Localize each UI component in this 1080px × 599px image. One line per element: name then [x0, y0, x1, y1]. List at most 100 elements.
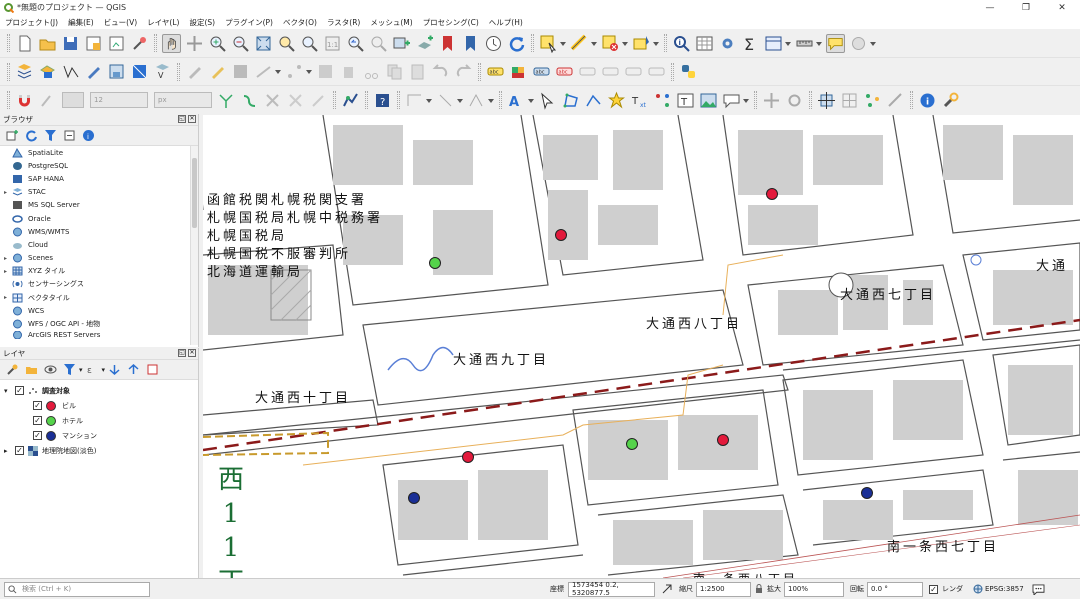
new-3d-map-icon[interactable]	[415, 34, 434, 53]
linked-marker-icon[interactable]	[653, 91, 672, 110]
menu-mesh[interactable]: メッシュ(M)	[370, 17, 412, 28]
coordinate-toggle-icon[interactable]	[661, 583, 673, 595]
map-canvas[interactable]: 函館税関札幌税関支署 札幌国税局札幌中税務署 札幌国税局 札幌国税不服審判所 北…	[203, 115, 1080, 578]
line-annotation-icon[interactable]	[584, 91, 603, 110]
legend-category-row[interactable]: ✓ ビル	[0, 398, 198, 413]
new-project-icon[interactable]	[15, 34, 34, 53]
filter-legend-icon[interactable]	[63, 363, 76, 376]
style-manager-icon[interactable]	[130, 34, 149, 53]
layer-visibility-checkbox[interactable]: ✓	[15, 446, 24, 455]
zoom-out-icon[interactable]	[231, 34, 250, 53]
menu-project[interactable]: プロジェクト(J)	[5, 17, 58, 28]
feature-point-hotel[interactable]	[626, 438, 638, 450]
add-line-icon[interactable]	[254, 62, 273, 81]
locator-search-input[interactable]: 検索 (Ctrl + K)	[4, 581, 150, 597]
toolbox-icon[interactable]	[718, 34, 737, 53]
paste-features-icon[interactable]	[408, 62, 427, 81]
reshape-icon[interactable]	[467, 91, 486, 110]
layout-manager-icon[interactable]	[107, 34, 126, 53]
vertex-tool-icon[interactable]	[285, 62, 304, 81]
browser-item[interactable]: Cloud	[0, 238, 198, 251]
open-table-icon[interactable]	[764, 34, 783, 53]
float-panel-icon[interactable]: ◱	[178, 115, 186, 123]
rotate-label-icon[interactable]	[624, 62, 643, 81]
snap-avoid-icon[interactable]	[263, 91, 282, 110]
menu-view[interactable]: ビュー(V)	[104, 17, 137, 28]
select-by-value-icon[interactable]	[570, 34, 589, 53]
minimize-button[interactable]: —	[972, 0, 1008, 15]
decorations-icon[interactable]	[849, 34, 868, 53]
label-layer-icon[interactable]: abc	[486, 62, 505, 81]
maximize-button[interactable]: ❐	[1008, 0, 1044, 15]
layer-visibility-checkbox[interactable]: ✓	[15, 386, 24, 395]
add-delimited-text-icon[interactable]: V	[153, 62, 172, 81]
snap-topological-icon[interactable]	[217, 91, 236, 110]
browser-item[interactable]: ArcGIS REST Servers	[0, 330, 198, 339]
python-console-icon[interactable]	[679, 62, 698, 81]
toggle-editing-icon[interactable]	[208, 62, 227, 81]
close-button[interactable]: ✕	[1044, 0, 1080, 15]
magnifier-spinner[interactable]: 100%	[784, 581, 844, 597]
measure-line-icon[interactable]	[795, 34, 814, 53]
refresh-browser-icon[interactable]	[25, 129, 38, 142]
zoom-layer-icon[interactable]	[300, 34, 319, 53]
category-checkbox[interactable]: ✓	[33, 416, 42, 425]
collapse-all-layers-icon[interactable]	[127, 363, 140, 376]
browser-item[interactable]: PostgreSQL	[0, 159, 198, 172]
category-checkbox[interactable]: ✓	[33, 401, 42, 410]
browser-item[interactable]: センサーシングス	[0, 278, 198, 291]
move-feature-icon[interactable]	[762, 91, 781, 110]
manage-map-themes-icon[interactable]	[44, 363, 57, 376]
legend-category-row[interactable]: ✓ マンション	[0, 428, 198, 443]
browser-scrollbar[interactable]	[190, 146, 198, 345]
browser-item[interactable]: Oracle	[0, 212, 198, 225]
snap-unit-select[interactable]: px	[154, 92, 212, 108]
menu-layer[interactable]: レイヤ(L)	[147, 17, 179, 28]
menu-plugins[interactable]: プラグイン(P)	[225, 17, 273, 28]
layer-styling-icon[interactable]	[6, 363, 19, 376]
offset-curve-icon[interactable]	[436, 91, 455, 110]
feature-point-bill[interactable]	[462, 451, 474, 463]
snap-self-icon[interactable]	[286, 91, 305, 110]
crs-globe-icon[interactable]	[973, 584, 983, 594]
menu-help[interactable]: ヘルプ(H)	[489, 17, 523, 28]
close-panel-icon[interactable]: ✕	[188, 349, 196, 357]
help-contents-icon[interactable]: ?	[373, 91, 392, 110]
temporal-controller-icon[interactable]	[484, 34, 503, 53]
identify-features-icon[interactable]: i	[672, 34, 691, 53]
add-selected-layers-icon[interactable]	[6, 129, 19, 142]
menu-processing[interactable]: プロセシング(C)	[423, 17, 479, 28]
polygon-annotation-icon[interactable]	[561, 91, 580, 110]
new-bookmark-icon[interactable]	[438, 34, 457, 53]
messages-icon[interactable]	[1032, 583, 1045, 595]
browser-item[interactable]: ▸ Scenes	[0, 252, 198, 265]
basemap-layer-row[interactable]: ▸ ✓ 地理院地図(淡色)	[0, 443, 198, 458]
rotation-spinner[interactable]: 0.0 °	[867, 581, 923, 597]
text-annotation-icon[interactable]: A	[507, 91, 526, 110]
snap-type-select[interactable]	[62, 92, 84, 108]
menu-raster[interactable]: ラスタ(R)	[327, 17, 360, 28]
current-edits-icon[interactable]	[185, 62, 204, 81]
georeferencer-icon[interactable]	[817, 91, 836, 110]
zoom-last-icon[interactable]	[346, 34, 365, 53]
split-tool-icon[interactable]	[886, 91, 905, 110]
legend-category-row[interactable]: ✓ ホテル	[0, 413, 198, 428]
digitize-vertex-icon[interactable]	[61, 62, 80, 81]
copy-features-icon[interactable]	[385, 62, 404, 81]
about-info-icon[interactable]: i	[918, 91, 937, 110]
collapse-all-icon[interactable]	[63, 129, 76, 142]
shape-digitize-icon[interactable]	[405, 91, 424, 110]
sample-points-icon[interactable]	[863, 91, 882, 110]
select-features-icon[interactable]	[539, 34, 558, 53]
map-tips-icon[interactable]	[826, 33, 845, 53]
highlight-pinned-icon[interactable]: abc	[532, 62, 551, 81]
settings-wrench-icon[interactable]	[941, 91, 960, 110]
save-edits-icon[interactable]	[231, 62, 250, 81]
float-panel-icon[interactable]: ◱	[178, 349, 186, 357]
point-annotation-icon[interactable]	[607, 91, 626, 110]
coordinate-field[interactable]: 1573454 0.2, 5320877.5	[568, 581, 655, 597]
modify-attributes-icon[interactable]	[316, 62, 335, 81]
pan-to-selection-icon[interactable]	[185, 34, 204, 53]
feature-point-mansion[interactable]	[408, 492, 420, 504]
new-print-layout-icon[interactable]	[84, 34, 103, 53]
